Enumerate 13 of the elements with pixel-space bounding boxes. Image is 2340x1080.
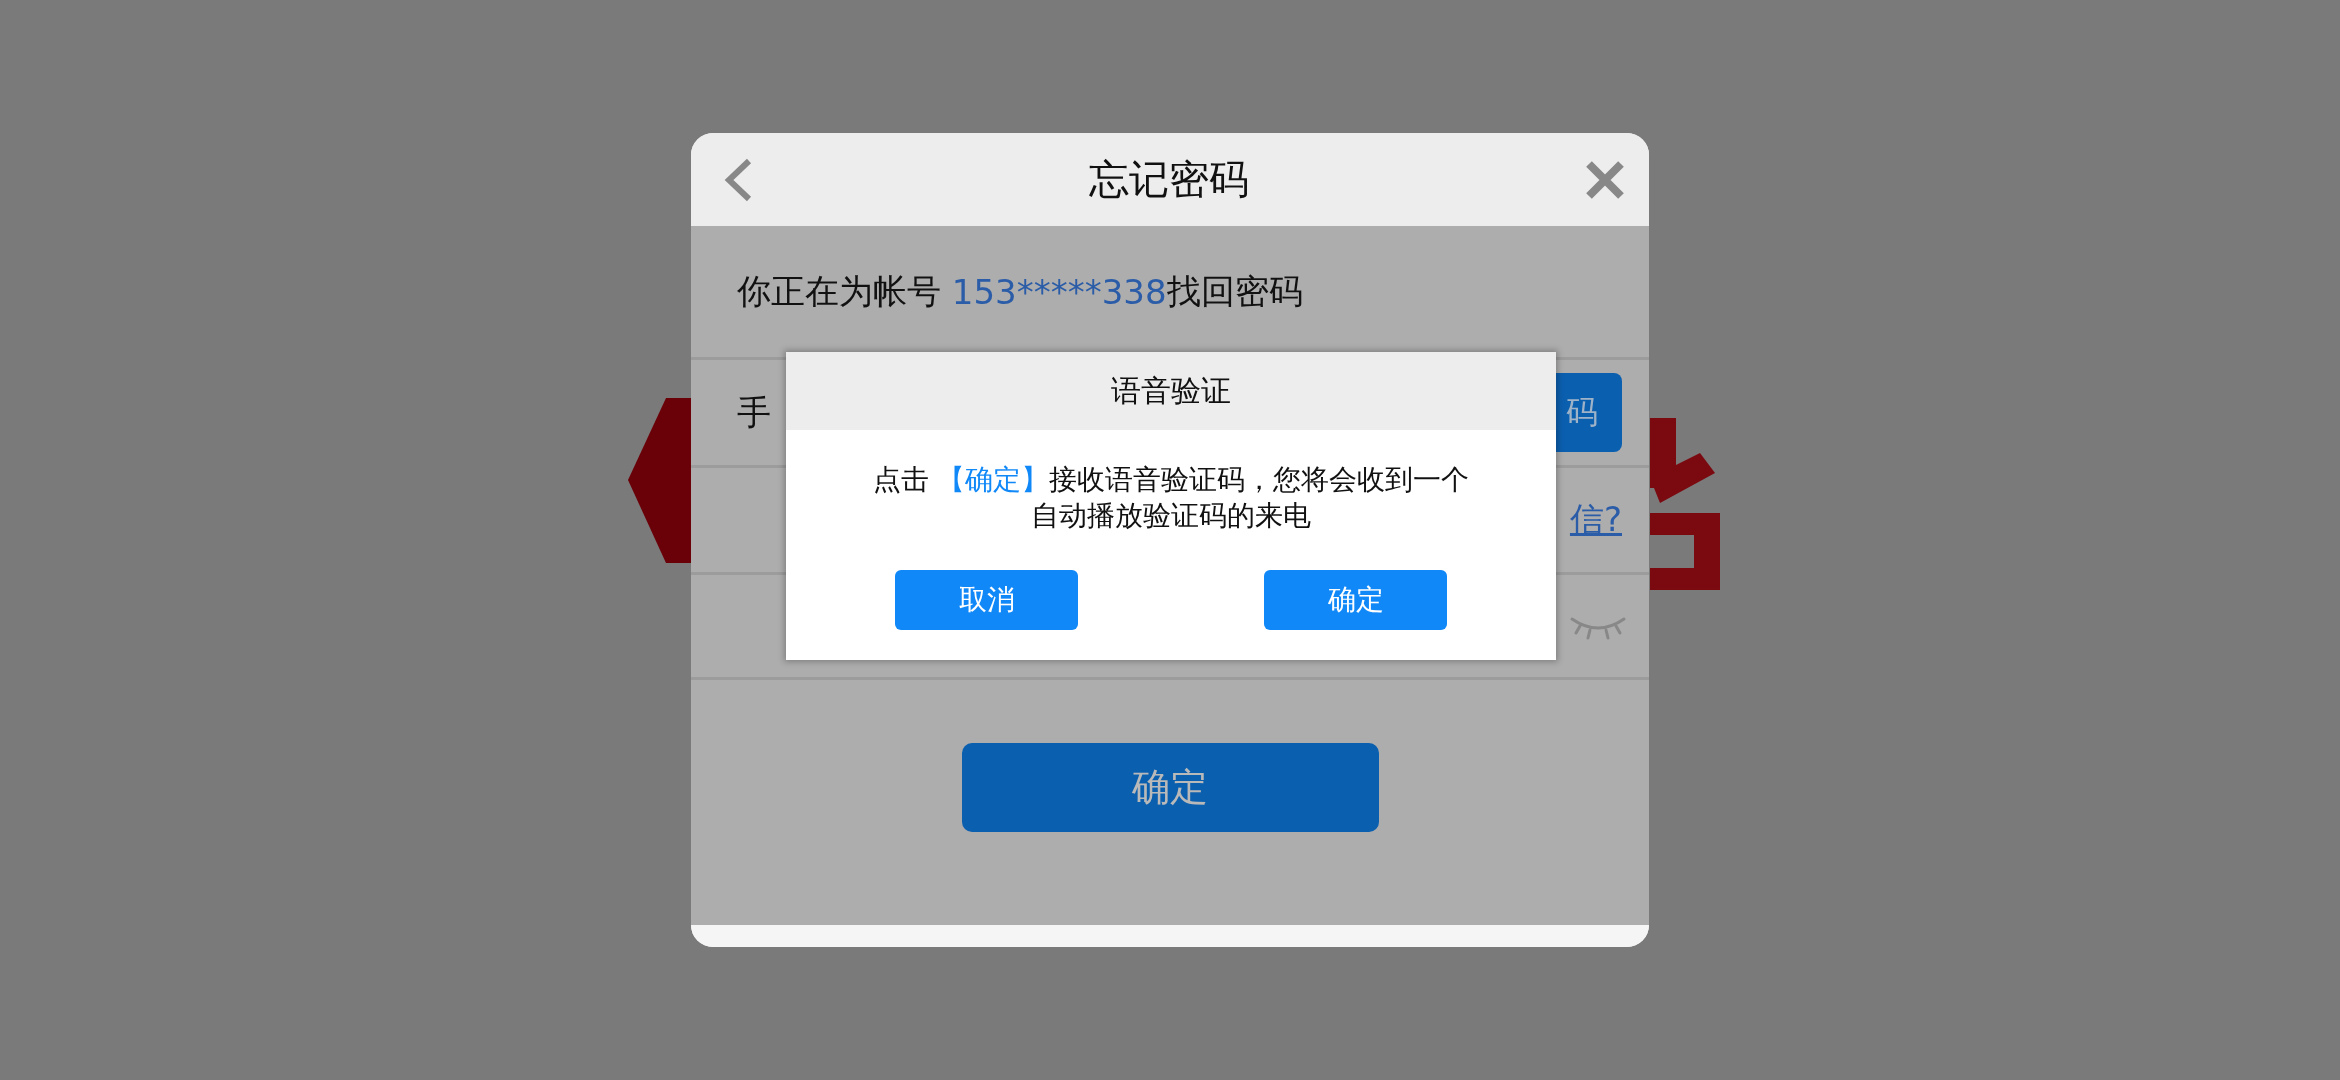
account-prompt: 你正在为帐号 [737,269,942,313]
back-icon[interactable] [723,157,753,202]
phone-label: 手 [737,390,771,434]
dialog-title: 忘记密码 [1089,155,1249,204]
cancel-button[interactable]: 取消 [895,570,1078,630]
message-prefix: 点击 [872,463,930,496]
sms-link[interactable]: 信? [1569,497,1622,543]
account-number: 153*****338 [951,271,1167,312]
voice-dialog-title: 语音验证 [1111,371,1231,410]
close-icon[interactable] [1585,160,1625,199]
confirm-button[interactable]: 确定 [1264,570,1447,630]
confirm-button[interactable]: 确定 [961,743,1379,832]
account-prompt-suffix: 找回密码 [1166,269,1303,313]
